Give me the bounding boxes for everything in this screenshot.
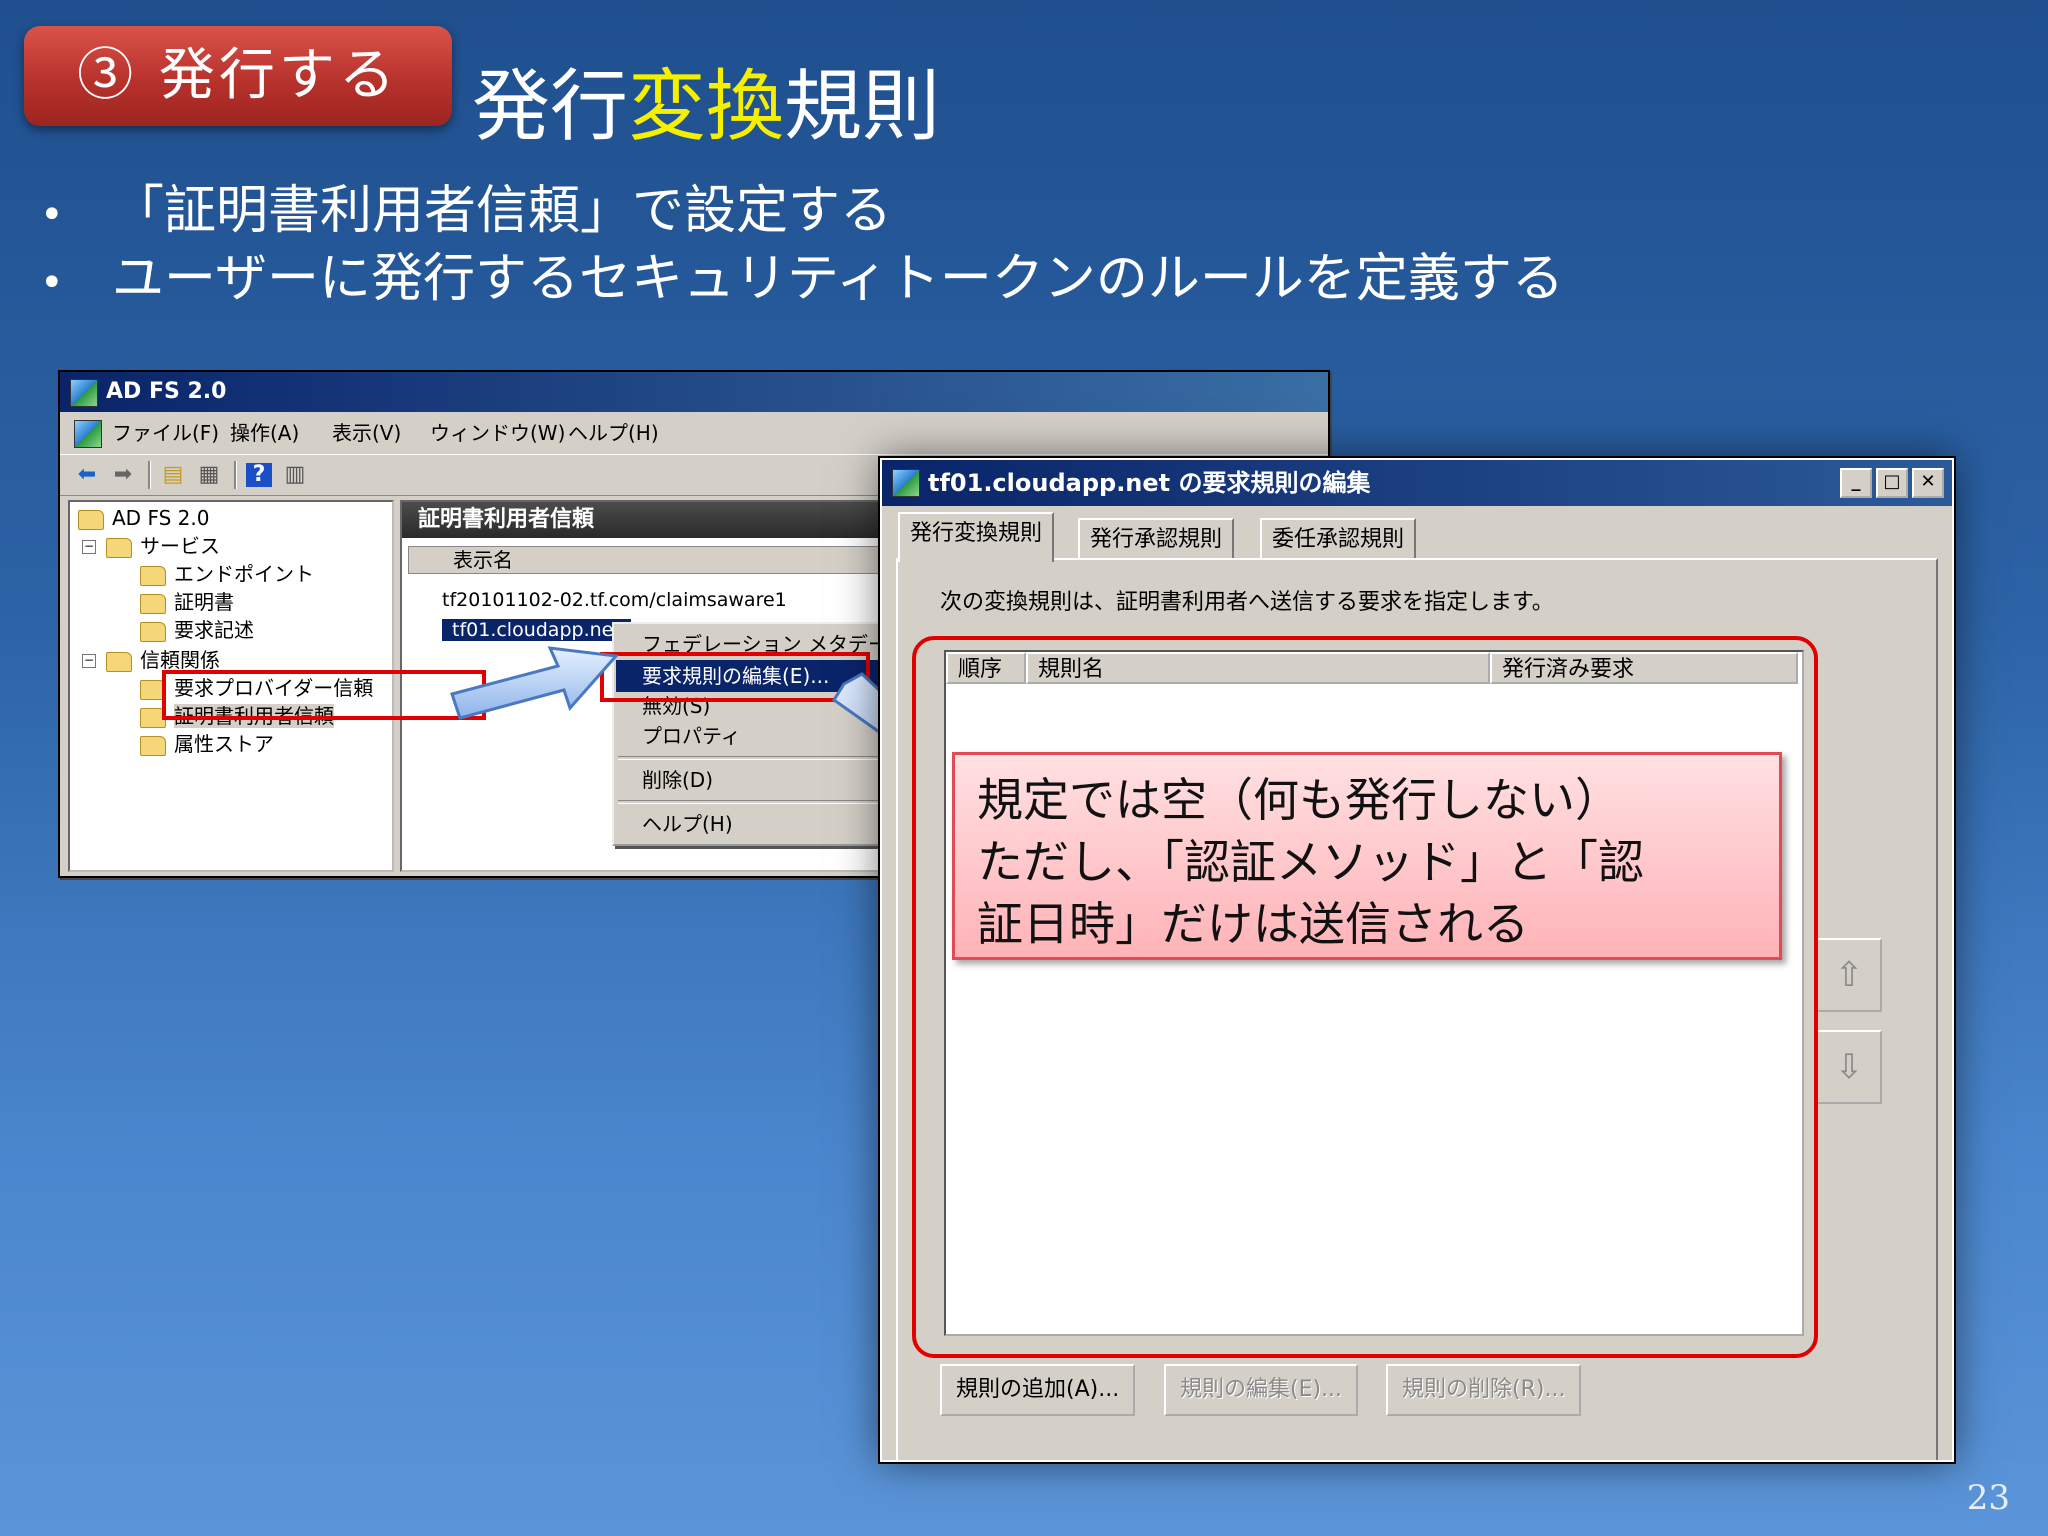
forward-arrow-icon[interactable]: ➡ xyxy=(110,463,136,487)
slide-title: 発行変換規則 xyxy=(472,44,940,156)
annotation-arrow-1 xyxy=(450,646,620,720)
dialog-titlebar[interactable]: tf01.cloudapp.net の要求規則の編集 _ □ ✕ xyxy=(882,460,1952,506)
add-rule-button[interactable]: 規則の追加(A)... xyxy=(940,1364,1136,1416)
tree-item-attribute-stores[interactable]: 属性ストア xyxy=(140,730,274,758)
dialog-title: tf01.cloudapp.net の要求規則の編集 xyxy=(928,469,1371,497)
tree-label: 信頼関係 xyxy=(140,648,220,672)
tree-label: エンドポイント xyxy=(174,562,314,586)
callout-line-1: 規定では空（何も発行しない） xyxy=(977,773,1621,827)
bullet-text-1: 「証明書利用者信頼」で設定する xyxy=(112,181,893,241)
bullet-item-1: • 「証明書利用者信頼」で設定する xyxy=(40,168,892,243)
highlight-box-relying-party-trusts xyxy=(162,670,486,720)
folder-icon xyxy=(140,621,166,642)
move-up-icon[interactable]: ⇧ xyxy=(1816,938,1882,1012)
callout-line-3: 証日時」だけは送信される xyxy=(977,897,1529,951)
edit-rule-button[interactable]: 規則の編集(E)... xyxy=(1164,1364,1359,1416)
tree-item-certificates[interactable]: 証明書 xyxy=(140,588,234,616)
toolbar-separator xyxy=(148,461,151,489)
list-item[interactable]: tf20101102-02.tf.com/claimsaware1 xyxy=(442,586,787,614)
folder-icon xyxy=(78,509,104,530)
page-number: 23 xyxy=(1966,1478,2010,1518)
back-arrow-icon[interactable]: ⬅ xyxy=(74,463,100,487)
tree-label: 証明書 xyxy=(174,590,234,614)
bullet-dot: • xyxy=(40,191,64,238)
minimize-icon[interactable]: _ xyxy=(1840,468,1872,498)
callout-line-2: ただし、「認証メソッド」と「認 xyxy=(977,835,1644,889)
tab-delegation-authorization-rules[interactable]: 委任承認規則 xyxy=(1260,518,1417,560)
tree-item-service[interactable]: サービス xyxy=(106,532,220,560)
adfs-app-icon xyxy=(70,379,98,407)
rules-description: 次の変換規則は、証明書利用者へ送信する要求を指定します。 xyxy=(940,590,1554,615)
tree-item-claim-descriptions[interactable]: 要求記述 xyxy=(140,616,254,644)
tree-label: AD FS 2.0 xyxy=(112,506,210,530)
bullet-text-2: ユーザーに発行するセキュリティトークンのルールを定義する xyxy=(112,249,1564,309)
bullet-dot: • xyxy=(40,259,64,306)
tree-label: 属性ストア xyxy=(174,732,274,756)
adfs-app-icon xyxy=(892,469,920,497)
toolbar-separator xyxy=(234,461,237,489)
close-icon[interactable]: ✕ xyxy=(1912,468,1944,498)
menu-window[interactable]: ウィンドウ(W) xyxy=(430,414,565,452)
title-part-1: 発行 xyxy=(472,62,629,152)
title-highlight: 変換 xyxy=(628,62,785,152)
highlight-box-rules-list xyxy=(912,636,1818,1358)
tree-label: サービス xyxy=(140,534,220,558)
menu-item-help[interactable]: ヘルプ(H) xyxy=(616,808,912,840)
tree-item-adfs-root[interactable]: AD FS 2.0 xyxy=(78,504,209,532)
maximize-icon[interactable]: □ xyxy=(1876,468,1908,498)
console-menu-icon[interactable] xyxy=(74,420,102,448)
title-part-2: 規則 xyxy=(784,62,941,152)
delete-rule-button[interactable]: 規則の削除(R)... xyxy=(1386,1364,1582,1416)
up-folder-icon[interactable]: ▤ xyxy=(160,463,186,487)
adfs-window-titlebar[interactable]: AD FS 2.0 xyxy=(60,372,1328,412)
menu-help[interactable]: ヘルプ(H) xyxy=(568,414,659,452)
tab-issuance-authorization-rules[interactable]: 発行承認規則 xyxy=(1078,518,1235,560)
menu-file[interactable]: ファイル(F) xyxy=(112,414,219,452)
folder-icon xyxy=(140,565,166,586)
menu-view[interactable]: 表示(V) xyxy=(332,414,401,452)
collapse-icon[interactable]: − xyxy=(82,654,96,668)
move-down-icon[interactable]: ⇩ xyxy=(1816,1030,1882,1104)
folder-icon xyxy=(106,537,132,558)
bullet-item-2: • ユーザーに発行するセキュリティトークンのルールを定義する xyxy=(40,236,1564,311)
tab-issuance-transform-rules[interactable]: 発行変換規則 xyxy=(898,512,1055,562)
collapse-icon[interactable]: − xyxy=(82,540,96,554)
callout-note: 規定では空（何も発行しない） ただし、「認証メソッド」と「認 証日時」だけは送信… xyxy=(952,752,1782,960)
folder-icon xyxy=(140,735,166,756)
folder-icon xyxy=(140,593,166,614)
tree-label: 要求記述 xyxy=(174,618,254,642)
menu-bar: ファイル(F) 操作(A) 表示(V) ウィンドウ(W) ヘルプ(H) xyxy=(60,414,1328,452)
folder-icon xyxy=(106,651,132,672)
properties-icon[interactable]: ▥ xyxy=(282,463,308,487)
tree-item-endpoints[interactable]: エンドポイント xyxy=(140,560,314,588)
menu-separator xyxy=(618,800,910,804)
step-badge: ③ 発行する xyxy=(24,26,452,126)
show-hide-tree-icon[interactable]: ▦ xyxy=(196,463,222,487)
help-icon[interactable]: ? xyxy=(246,463,272,487)
menu-action[interactable]: 操作(A) xyxy=(230,414,299,452)
adfs-window-title: AD FS 2.0 xyxy=(106,379,227,404)
